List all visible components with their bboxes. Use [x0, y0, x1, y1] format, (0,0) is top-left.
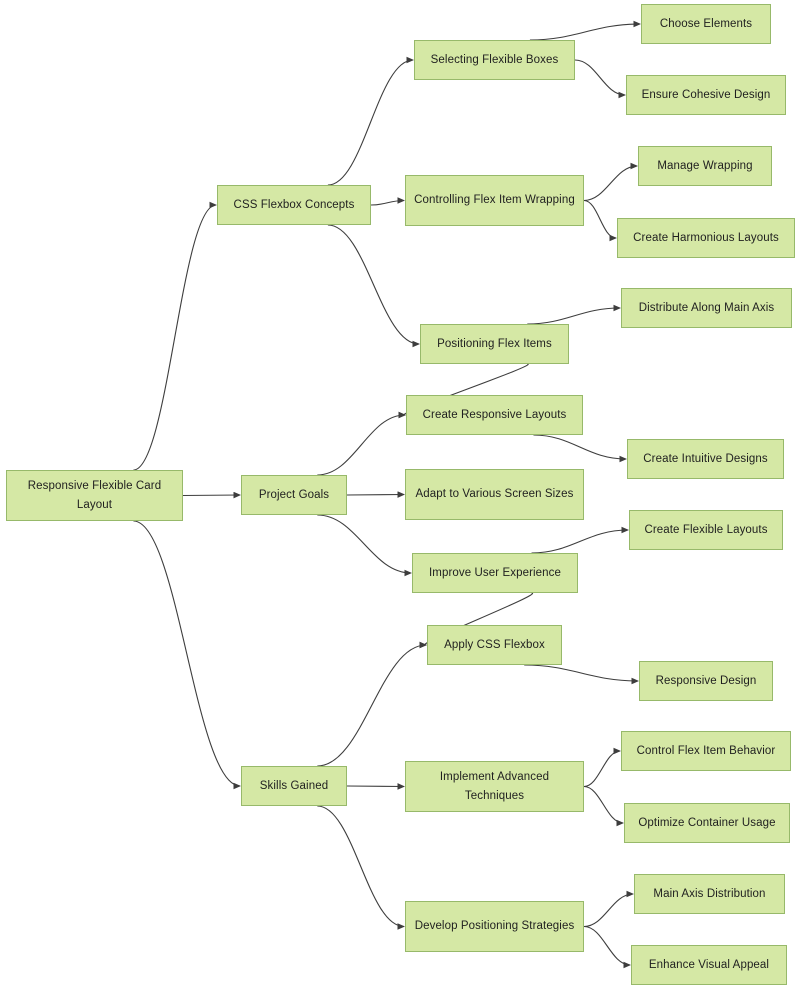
- node-create_responsive_layouts[interactable]: Create Responsive Layouts: [406, 395, 583, 435]
- node-label: Ensure Cohesive Design: [641, 88, 771, 101]
- node-skills_gained[interactable]: Skills Gained: [241, 766, 347, 806]
- edge-root-to-skills_gained: [133, 520, 242, 790]
- node-implement_advanced_techniques[interactable]: Implement Advanced Techniques: [405, 761, 584, 812]
- node-create_harmonious_layouts[interactable]: Create Harmonious Layouts: [617, 218, 795, 258]
- node-label: Responsive Flexible Card Layout: [27, 479, 162, 511]
- node-choose_elements[interactable]: Choose Elements: [641, 4, 771, 44]
- edge-improve_user_experience-to-create_flexible_layouts: [531, 526, 630, 554]
- mindmap-diagram: Responsive Flexible Card Layout CSS Flexb…: [0, 0, 800, 989]
- edge-apply_css_flexbox-to-responsive_design: [524, 664, 640, 685]
- node-apply_css_flexbox[interactable]: Apply CSS Flexbox: [427, 625, 562, 665]
- edge-controlling_flex_item_wrapping-to-manage_wrapping: [583, 162, 639, 202]
- node-label: CSS Flexbox Concepts: [233, 198, 355, 211]
- node-label: Create Harmonious Layouts: [633, 231, 779, 244]
- edge-implement_advanced_techniques-to-optimize_container_usage: [583, 785, 625, 827]
- node-ensure_cohesive_design[interactable]: Ensure Cohesive Design: [626, 75, 786, 115]
- node-label: Create Flexible Layouts: [644, 523, 768, 536]
- node-create_intuitive_designs[interactable]: Create Intuitive Designs: [627, 439, 784, 479]
- edge-selecting_flexible_boxes-to-ensure_cohesive_design: [574, 59, 627, 99]
- edge-root-to-project_goals: [182, 491, 242, 499]
- node-label: Responsive Design: [655, 674, 757, 687]
- node-develop_positioning_strategies[interactable]: Develop Positioning Strategies: [405, 901, 584, 952]
- edge-create_responsive_layouts-to-create_intuitive_designs: [533, 434, 628, 463]
- edge-project_goals-to-create_responsive_layouts: [317, 411, 407, 476]
- node-label: Choose Elements: [659, 17, 753, 30]
- edge-develop_positioning_strategies-to-enhance_visual_appeal: [583, 925, 632, 969]
- edge-positioning_flex_items-to-distribute_along_main_axis: [527, 304, 622, 325]
- node-main_axis_distribution[interactable]: Main Axis Distribution: [634, 874, 785, 914]
- node-controlling_flex_item_wrapping[interactable]: Controlling Flex Item Wrapping: [405, 175, 584, 226]
- node-project_goals[interactable]: Project Goals: [241, 475, 347, 515]
- node-label: Improve User Experience: [428, 566, 562, 579]
- node-label: Main Axis Distribution: [653, 887, 766, 900]
- node-manage_wrapping[interactable]: Manage Wrapping: [638, 146, 772, 186]
- edge-skills_gained-to-implement_advanced_techniques: [346, 783, 406, 790]
- edge-project_goals-to-improve_user_experience: [317, 514, 413, 577]
- node-label: Selecting Flexible Boxes: [430, 53, 559, 66]
- edge-css_flexbox_concepts-to-controlling_flex_item_wrapping: [370, 197, 406, 206]
- edge-project_goals-to-adapt_to_various_screen_sizes: [346, 491, 406, 498]
- edge-skills_gained-to-apply_css_flexbox: [317, 641, 428, 767]
- node-label: Manage Wrapping: [657, 159, 753, 172]
- node-adapt_to_various_screen_sizes[interactable]: Adapt to Various Screen Sizes: [405, 469, 584, 520]
- edge-skills_gained-to-develop_positioning_strategies: [317, 805, 406, 930]
- node-label: Apply CSS Flexbox: [444, 638, 545, 651]
- node-label: Develop Positioning Strategies: [414, 920, 575, 932]
- node-root[interactable]: Responsive Flexible Card Layout: [6, 470, 183, 521]
- node-enhance_visual_appeal[interactable]: Enhance Visual Appeal: [631, 945, 787, 985]
- node-positioning_flex_items[interactable]: Positioning Flex Items: [420, 324, 569, 364]
- node-optimize_container_usage[interactable]: Optimize Container Usage: [624, 803, 790, 843]
- node-css_flexbox_concepts[interactable]: CSS Flexbox Concepts: [217, 185, 371, 225]
- node-label: Implement Advanced Techniques: [439, 770, 550, 802]
- node-selecting_flexible_boxes[interactable]: Selecting Flexible Boxes: [414, 40, 575, 80]
- node-label: Create Intuitive Designs: [643, 452, 768, 465]
- node-control_flex_item_behavior[interactable]: Control Flex Item Behavior: [621, 731, 791, 771]
- node-label: Optimize Container Usage: [638, 816, 776, 829]
- node-responsive_design[interactable]: Responsive Design: [639, 661, 773, 701]
- node-label: Control Flex Item Behavior: [636, 744, 776, 757]
- node-improve_user_experience[interactable]: Improve User Experience: [412, 553, 578, 593]
- edge-develop_positioning_strategies-to-main_axis_distribution: [583, 890, 635, 928]
- node-label: Project Goals: [258, 488, 330, 501]
- node-label: Adapt to Various Screen Sizes: [415, 488, 574, 500]
- node-label: Distribute Along Main Axis: [638, 301, 775, 314]
- node-label: Skills Gained: [259, 779, 329, 792]
- node-create_flexible_layouts[interactable]: Create Flexible Layouts: [629, 510, 783, 550]
- node-label: Positioning Flex Items: [437, 337, 552, 350]
- node-label: Controlling Flex Item Wrapping: [414, 194, 575, 206]
- edge-root-to-css_flexbox_concepts: [133, 201, 218, 471]
- node-label: Enhance Visual Appeal: [648, 958, 770, 971]
- edge-implement_advanced_techniques-to-control_flex_item_behavior: [583, 747, 622, 788]
- edge-selecting_flexible_boxes-to-choose_elements: [529, 20, 642, 41]
- node-label: Create Responsive Layouts: [422, 408, 567, 421]
- node-distribute_along_main_axis[interactable]: Distribute Along Main Axis: [621, 288, 792, 328]
- edge-css_flexbox_concepts-to-positioning_flex_items: [327, 224, 421, 348]
- edge-css_flexbox_concepts-to-selecting_flexible_boxes: [327, 56, 415, 186]
- edge-controlling_flex_item_wrapping-to-create_harmonious_layouts: [583, 199, 618, 242]
